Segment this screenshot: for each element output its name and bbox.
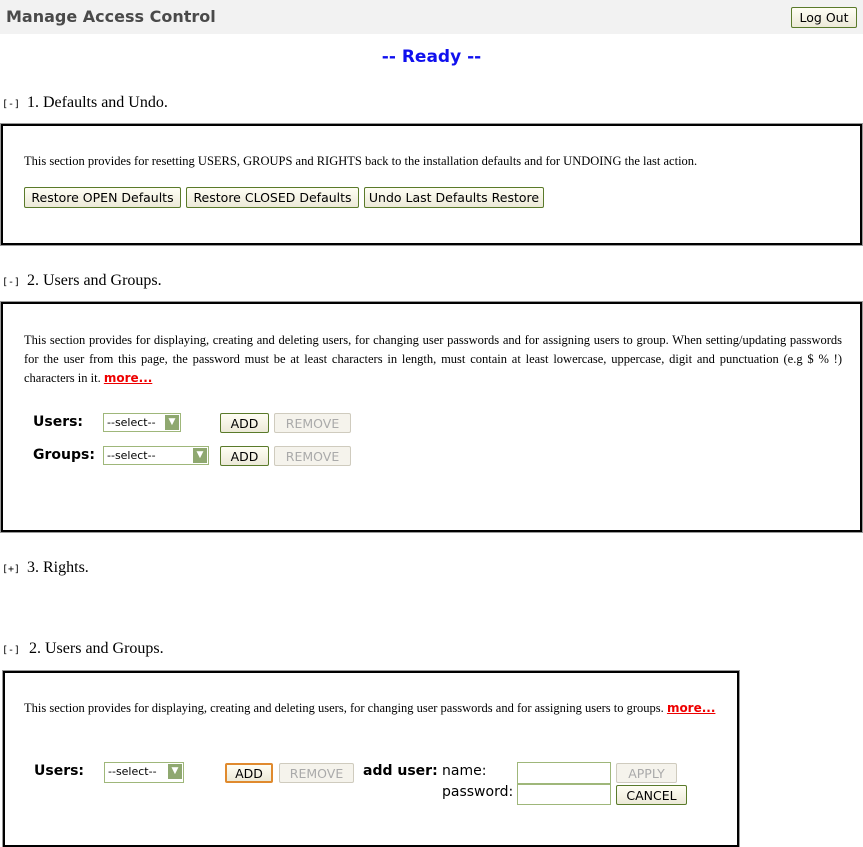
groups-select-value: --select-- <box>107 449 156 462</box>
section-title-defaults: 1. Defaults and Undo. <box>27 94 168 111</box>
more-link[interactable]: more... <box>667 701 715 715</box>
undo-defaults-restore-button[interactable]: Undo Last Defaults Restore <box>364 187 544 208</box>
chevron-down-icon: ▼ <box>193 448 207 463</box>
password-input[interactable] <box>517 784 611 805</box>
name-input[interactable] <box>517 762 611 784</box>
apply-button[interactable]: APPLY <box>616 763 677 783</box>
users-select[interactable]: --select-- ▼ <box>104 762 184 783</box>
add-user-button[interactable]: ADD <box>225 763 273 783</box>
users-label: Users: <box>34 763 85 779</box>
defaults-panel: This section provides for resetting USER… <box>0 123 863 246</box>
collapse-toggle-users-groups[interactable]: [-] <box>2 277 20 288</box>
collapse-toggle-users-groups-2[interactable]: [-] <box>2 645 20 656</box>
groups-select[interactable]: --select-- ▼ <box>103 446 209 465</box>
defaults-description: This section provides for resetting USER… <box>24 154 698 168</box>
more-link[interactable]: more... <box>104 371 152 385</box>
remove-user-button[interactable]: REMOVE <box>274 413 351 433</box>
restore-open-defaults-button[interactable]: Restore OPEN Defaults <box>24 187 181 208</box>
users-select-value: --select-- <box>107 416 156 429</box>
users-select-value: --select-- <box>108 765 157 778</box>
status-message: -- Ready -- <box>381 47 482 67</box>
collapse-toggle-defaults[interactable]: [-] <box>2 99 20 110</box>
cancel-button[interactable]: CANCEL <box>616 785 687 805</box>
remove-user-button[interactable]: REMOVE <box>279 763 354 783</box>
section-title-users-groups: 2. Users and Groups. <box>27 272 162 289</box>
add-user-button[interactable]: ADD <box>220 413 269 433</box>
users-groups-description: This section provides for displaying, cr… <box>24 331 842 388</box>
description-text: This section provides for displaying, cr… <box>24 701 664 715</box>
section-title-users-groups-2: 2. Users and Groups. <box>29 640 164 657</box>
add-user-description: This section provides for displaying, cr… <box>24 699 724 718</box>
expand-toggle-rights[interactable]: [+] <box>2 564 20 575</box>
chevron-down-icon: ▼ <box>165 415 179 430</box>
password-label: password: <box>442 784 514 800</box>
groups-label: Groups: <box>33 447 95 463</box>
add-group-button[interactable]: ADD <box>220 446 269 466</box>
logout-button[interactable]: Log Out <box>791 7 857 28</box>
chevron-down-icon: ▼ <box>168 764 182 779</box>
remove-group-button[interactable]: REMOVE <box>274 446 351 466</box>
add-user-label: add user: <box>363 763 438 779</box>
users-groups-panel: This section provides for displaying, cr… <box>0 301 863 533</box>
users-label: Users: <box>33 414 84 430</box>
page-title: Manage Access Control <box>6 7 216 26</box>
name-label: name: <box>442 763 487 779</box>
add-user-panel: This section provides for displaying, cr… <box>2 670 740 847</box>
restore-closed-defaults-button[interactable]: Restore CLOSED Defaults <box>186 187 359 208</box>
users-select[interactable]: --select-- ▼ <box>103 413 181 432</box>
section-title-rights: 3. Rights. <box>27 559 89 576</box>
